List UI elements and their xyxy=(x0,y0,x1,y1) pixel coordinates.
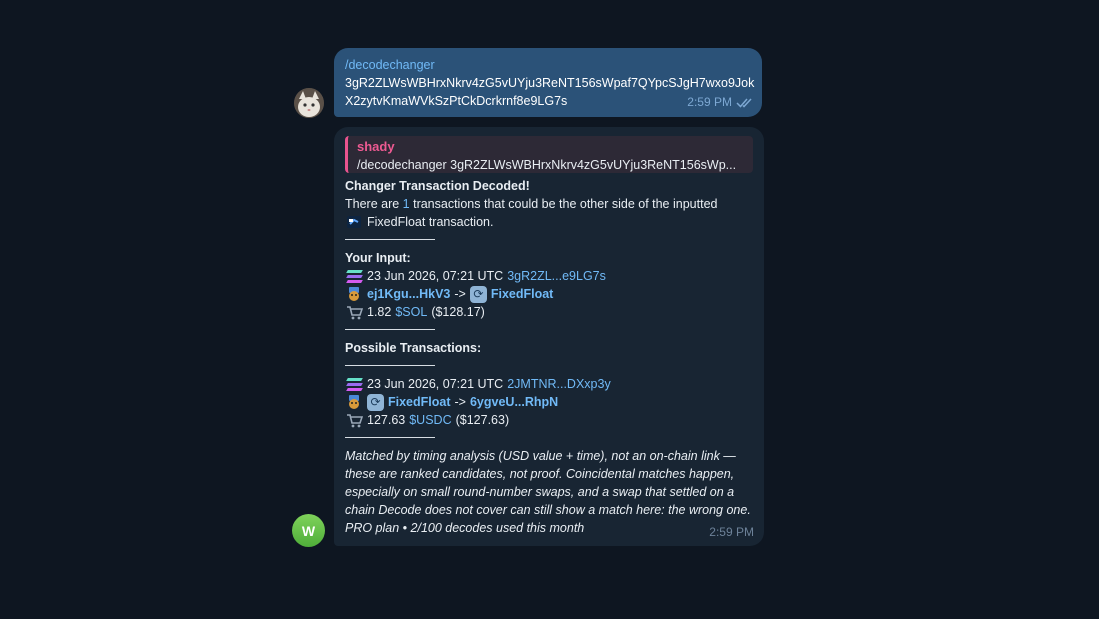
message-meta: 2:59 PM xyxy=(687,93,754,111)
message-time: 2:59 PM xyxy=(709,525,754,539)
fixedfloat-logo-icon xyxy=(345,214,363,230)
solana-icon xyxy=(345,377,363,391)
cart-icon xyxy=(345,412,363,428)
possible-transfer-row: ⟳ FixedFloat -> 6ygveU...RhpN xyxy=(345,393,753,411)
exchange-refresh-icon: ⟳ xyxy=(469,285,487,303)
solana-icon xyxy=(345,269,363,283)
disclaimer-line: especially on small round-number swaps, … xyxy=(345,485,735,499)
reply-quote[interactable]: shady /decodechanger 3gR2ZLWsWBHrxNkrv4z… xyxy=(345,136,753,173)
possible-from-link[interactable]: FixedFloat xyxy=(388,393,451,411)
possible-usd: ($127.63) xyxy=(455,413,510,427)
exchange-refresh-icon: ⟳ xyxy=(367,393,384,411)
arrow: -> xyxy=(454,287,466,301)
count-link[interactable]: 1 xyxy=(403,197,410,211)
disclaimer: Matched by timing analysis (USD value + … xyxy=(345,447,753,537)
reply-author: shady xyxy=(357,139,395,154)
input-amount-row: 1.82 $SOL ($128.17) xyxy=(345,303,753,321)
possible-section-title: Possible Transactions: xyxy=(345,341,482,355)
intro-line-2: FixedFloat transaction. xyxy=(345,213,753,231)
possible-date: 23 Jun 2026, 07:21 UTC xyxy=(367,377,504,391)
command-link[interactable]: /decodechanger xyxy=(345,56,751,74)
input-amount: 1.82 xyxy=(367,305,392,319)
intro-line: There are 1 transactions that could be t… xyxy=(345,195,753,213)
result-heading: Changer Transaction Decoded! xyxy=(345,179,530,193)
disclaimer-line: these are ranked candidates, not proof. … xyxy=(345,467,735,481)
reply-text: /decodechanger 3gR2ZLWsWBHrxNkrv4zG5vUYj… xyxy=(357,158,737,172)
input-date-row: 23 Jun 2026, 07:21 UTC 3gR2ZL...e9LG7s xyxy=(345,267,753,285)
divider xyxy=(345,437,435,438)
double-check-icon xyxy=(736,97,752,108)
wallet-avatar-icon xyxy=(345,394,363,410)
intro-text: There are xyxy=(345,197,403,211)
wallet-avatar-icon xyxy=(345,286,363,302)
incoming-message[interactable]: shady /decodechanger 3gR2ZLWsWBHrxNkrv4z… xyxy=(334,127,764,546)
disclaimer-line: Matched by timing analysis (USD value + … xyxy=(345,449,736,463)
disclaimer-line: chain Decode does not cover can still sh… xyxy=(345,503,751,517)
input-usd: ($128.17) xyxy=(431,305,485,319)
divider xyxy=(345,365,435,366)
possible-date-row: 23 Jun 2026, 07:21 UTC 2JMTNR...DXxp3y xyxy=(345,375,753,393)
possible-tx-link[interactable]: 2JMTNR...DXxp3y xyxy=(507,375,611,393)
bot-avatar[interactable]: W xyxy=(292,514,325,547)
input-section-title: Your Input: xyxy=(345,251,411,265)
intro-text-2: FixedFloat transaction. xyxy=(367,215,494,229)
plan-usage: PRO plan • 2/100 decodes used this month xyxy=(345,521,585,535)
possible-to-link[interactable]: 6ygveU...RhpN xyxy=(470,393,558,411)
divider xyxy=(345,239,435,240)
arrow: -> xyxy=(454,395,466,409)
possible-token-link[interactable]: $USDC xyxy=(409,411,451,429)
possible-amount-row: 127.63 $USDC ($127.63) xyxy=(345,411,753,429)
intro-text-after: transactions that could be the other sid… xyxy=(409,197,718,211)
cat-avatar-icon xyxy=(294,88,324,118)
message-time: 2:59 PM xyxy=(687,95,732,109)
possible-amount: 127.63 xyxy=(367,413,406,427)
input-date: 23 Jun 2026, 07:21 UTC xyxy=(367,269,504,283)
input-token-link[interactable]: $SOL xyxy=(395,303,427,321)
input-tx-link[interactable]: 3gR2ZL...e9LG7s xyxy=(507,267,606,285)
outgoing-message[interactable]: /decodechanger 3gR2ZLWsWBHrxNkrv4zG5vUYj… xyxy=(334,48,762,117)
divider xyxy=(345,329,435,330)
input-from-link[interactable]: ej1Kgu...HkV3 xyxy=(367,285,450,303)
input-to-link[interactable]: FixedFloat xyxy=(491,285,554,303)
user-avatar[interactable] xyxy=(294,88,324,118)
cart-icon xyxy=(345,304,363,320)
input-transfer-row: ej1Kgu...HkV3 -> ⟳ FixedFloat xyxy=(345,285,753,303)
